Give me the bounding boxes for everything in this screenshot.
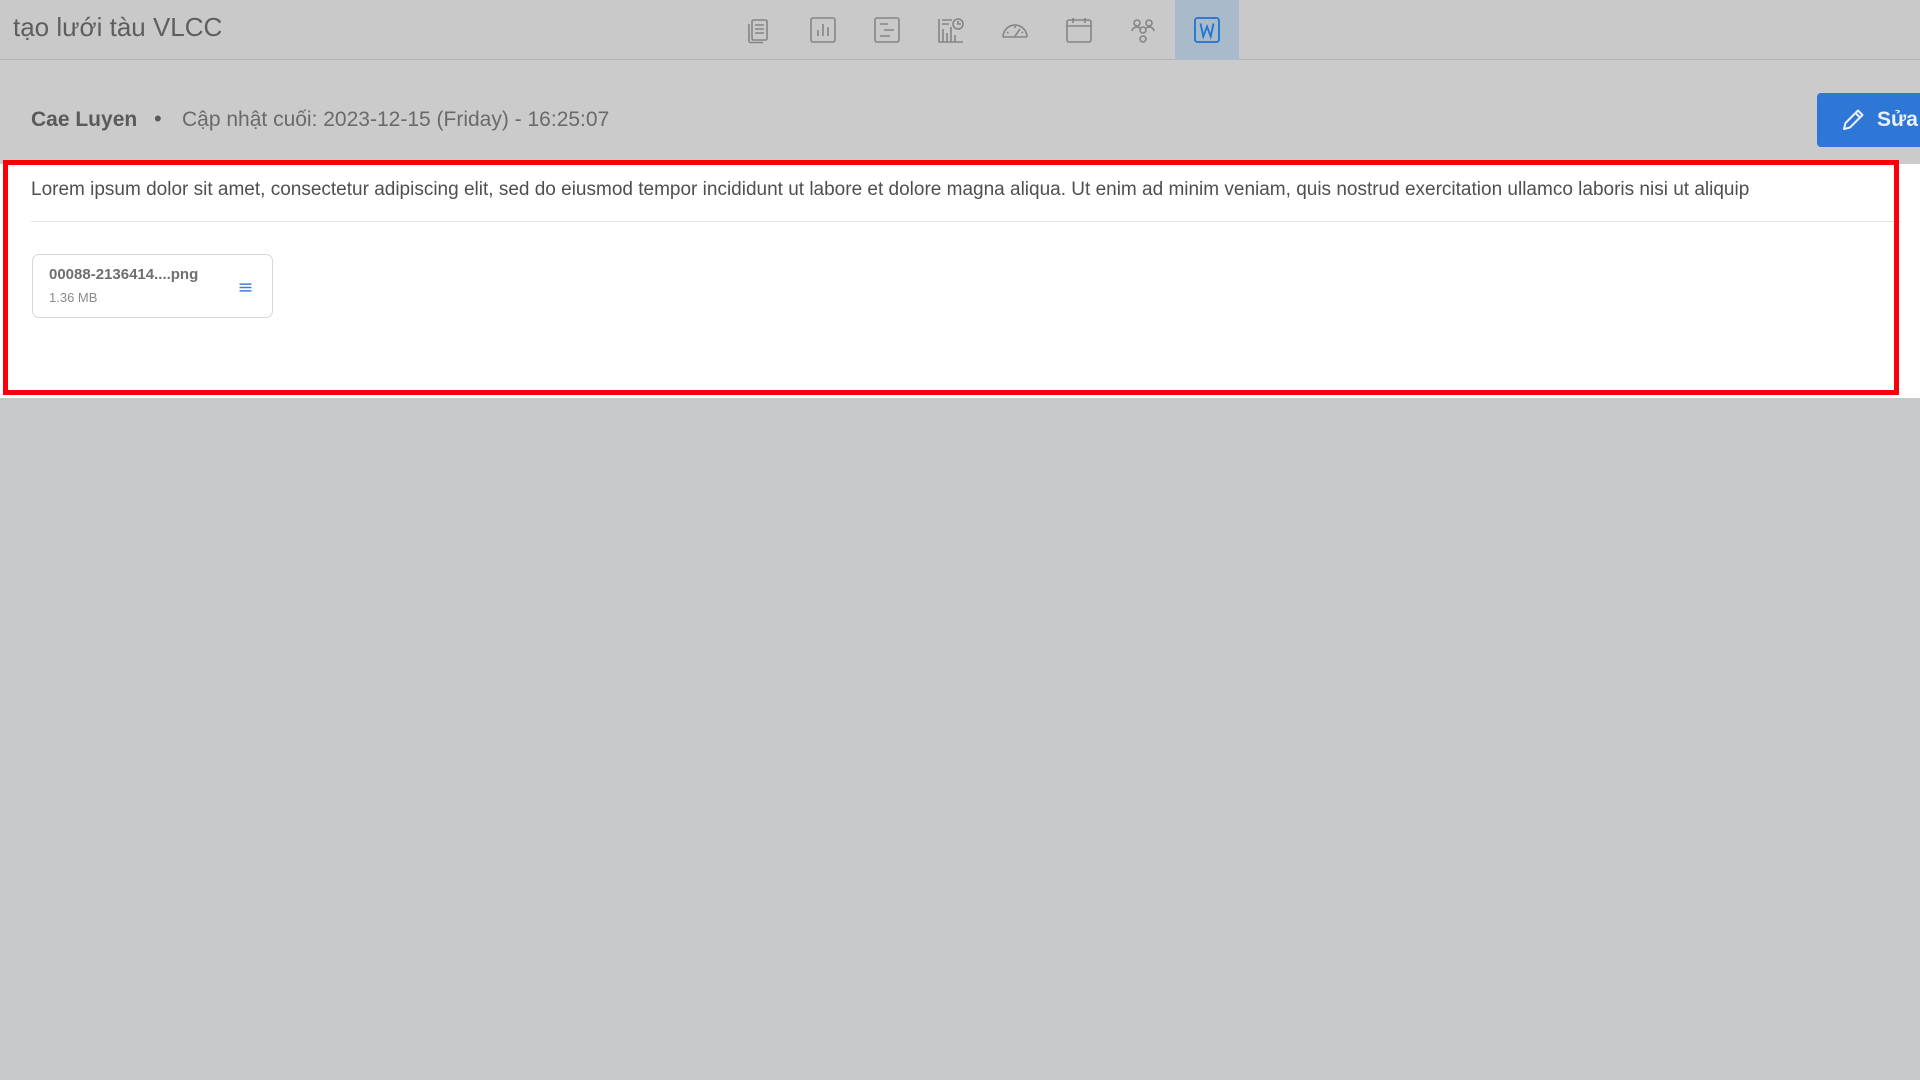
last-updated: Cập nhật cuối: 2023-12-15 (Friday) - 16:… <box>182 108 610 131</box>
document-body-text: Lorem ipsum dolor sit amet, consectetur … <box>31 179 1750 200</box>
view-toolbar <box>727 0 1239 60</box>
documents-icon <box>748 19 768 44</box>
pencil-icon <box>1843 109 1864 130</box>
author-name: Cae Luyen <box>31 108 138 131</box>
attachment-menu-button[interactable] <box>235 277 255 297</box>
word-view-button[interactable] <box>1175 0 1239 60</box>
edit-button[interactable]: Sửa <box>1817 93 1920 147</box>
documents-view-button[interactable] <box>727 0 791 60</box>
word-document-icon <box>1194 17 1220 43</box>
chart-report-icon <box>938 18 964 43</box>
calendar-icon <box>1066 18 1092 43</box>
report-view-button[interactable] <box>919 0 983 60</box>
gantt-icon <box>874 17 900 43</box>
calendar-view-button[interactable] <box>1047 0 1111 60</box>
attachment-card[interactable]: 00088-2136414....png 1.36 MB <box>32 254 273 318</box>
speedometer-icon <box>1002 24 1028 38</box>
hamburger-menu-icon <box>239 282 251 292</box>
bar-chart-icon <box>810 17 836 43</box>
statistics-view-button[interactable] <box>791 0 855 60</box>
document-meta-bar: Cae Luyen • Cập nhật cuối: 2023-12-15 (F… <box>0 60 1920 164</box>
attachment-name: 00088-2136414....png <box>49 266 199 283</box>
dashboard-view-button[interactable] <box>983 0 1047 60</box>
meta-separator: • <box>154 106 162 131</box>
gantt-view-button[interactable] <box>855 0 919 60</box>
edit-button-label: Sửa <box>1877 108 1918 131</box>
team-icon <box>1131 19 1155 43</box>
top-bar: tạo lưới tàu VLCC <box>0 0 1920 60</box>
content-divider <box>31 221 1901 222</box>
document-content: Lorem ipsum dolor sit amet, consectetur … <box>0 164 1920 398</box>
page-title: tạo lưới tàu VLCC <box>13 12 223 42</box>
team-view-button[interactable] <box>1111 0 1175 60</box>
attachment-size: 1.36 MB <box>49 290 98 305</box>
